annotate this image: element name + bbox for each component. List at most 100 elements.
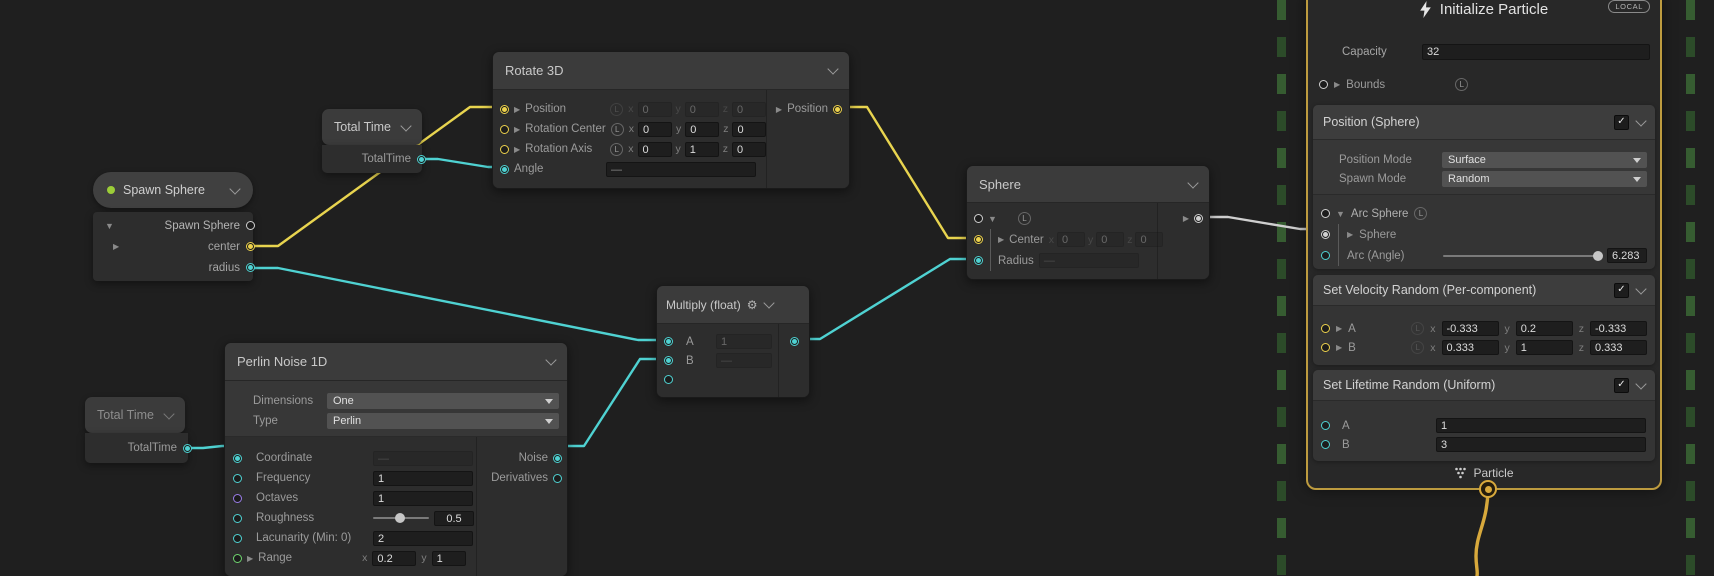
port-sphere-output[interactable]	[1194, 214, 1203, 223]
coordinate-field[interactable]: —	[373, 451, 473, 466]
roughness-slider[interactable]	[373, 517, 429, 519]
lacunarity-field[interactable]: 2	[373, 531, 473, 546]
chevron-down-icon[interactable]	[1635, 283, 1646, 294]
space-badge[interactable]: L	[610, 103, 623, 116]
position-mode-dropdown[interactable]: Surface	[1442, 152, 1647, 168]
z-field[interactable]: 0.333	[1590, 340, 1647, 355]
block-header[interactable]: Position (Sphere) ✓	[1313, 105, 1655, 140]
port-bounds-input[interactable]	[1319, 80, 1328, 89]
node-rotate-3d-header[interactable]: Rotate 3D	[493, 52, 849, 90]
chevron-down-icon[interactable]	[163, 408, 174, 419]
enabled-checkbox[interactable]: ✓	[1614, 115, 1629, 130]
dimensions-dropdown[interactable]: One	[327, 393, 559, 409]
port-velocity-a-input[interactable]	[1321, 324, 1330, 333]
spawn-mode-dropdown[interactable]: Random	[1442, 171, 1647, 187]
x-field[interactable]: 0	[638, 142, 672, 157]
port-arc-angle-input[interactable]	[1321, 251, 1330, 260]
port-range-input[interactable]	[233, 554, 242, 563]
port-a-input[interactable]	[664, 337, 673, 346]
edge-position-to-spherecenter[interactable]	[840, 107, 975, 238]
roughness-field[interactable]: 0.5	[434, 511, 474, 526]
node-total-time-top[interactable]: Total Time TotalTime	[322, 109, 422, 173]
port-velocity-b-input[interactable]	[1321, 343, 1330, 352]
y-field[interactable]: 1	[685, 142, 719, 157]
space-badge[interactable]: L	[611, 123, 624, 136]
node-spawn-sphere[interactable]: Spawn Sphere ▼ Spawn Sphere ▶ center rad…	[93, 172, 253, 281]
chevron-down-icon[interactable]	[827, 63, 838, 74]
space-badge[interactable]: L	[1018, 212, 1031, 225]
node-perlin-noise-1d[interactable]: Perlin Noise 1D Dimensions One Type Perl…	[224, 342, 568, 576]
x-field[interactable]: -0.333	[1442, 321, 1499, 336]
chevron-down-icon[interactable]	[1635, 378, 1646, 389]
port-rotation-axis-input[interactable]	[500, 145, 509, 154]
lifetime-a-field[interactable]: 1	[1436, 418, 1646, 433]
node-multiply-header[interactable]: Multiply (float) ⚙	[657, 286, 809, 324]
port-radius-output[interactable]	[246, 263, 255, 272]
port-sphere-center-input[interactable]	[974, 235, 983, 244]
range-y-field[interactable]: 1	[432, 551, 466, 566]
port-sphere-radius-input[interactable]	[974, 256, 983, 265]
expand-arrow-icon[interactable]: ▶	[514, 125, 520, 134]
node-multiply-float[interactable]: Multiply (float) ⚙ A 1 B —	[656, 285, 810, 398]
port-init-sphere-input[interactable]	[1321, 230, 1330, 239]
angle-field[interactable]: —	[606, 162, 756, 177]
space-badge[interactable]: L	[1455, 78, 1468, 91]
z-field[interactable]: 0	[732, 102, 766, 117]
block-header[interactable]: Set Lifetime Random (Uniform) ✓	[1313, 370, 1655, 401]
port-lacunarity-input[interactable]	[233, 534, 242, 543]
z-field[interactable]: 0	[732, 142, 766, 157]
port-octaves-input[interactable]	[233, 494, 242, 503]
edge-particle-flow[interactable]	[1476, 491, 1488, 576]
port-totaltime-output[interactable]	[183, 444, 192, 453]
node-total-time-header[interactable]: Total Time	[85, 397, 185, 433]
port-derivatives-output[interactable]	[553, 474, 562, 483]
z-field[interactable]: 0	[732, 122, 766, 137]
range-x-field[interactable]: 0.2	[372, 551, 416, 566]
space-badge[interactable]: L	[1411, 341, 1424, 354]
port-spawn-sphere-output[interactable]	[246, 221, 255, 230]
port-roughness-input[interactable]	[233, 514, 242, 523]
port-coordinate-input[interactable]	[233, 454, 242, 463]
port-center-output[interactable]	[246, 242, 255, 251]
node-total-time-bottom[interactable]: Total Time TotalTime	[85, 397, 188, 463]
z-field[interactable]: -0.333	[1590, 321, 1647, 336]
expand-arrow-icon[interactable]: ▶	[1183, 214, 1189, 223]
x-field[interactable]: 0.333	[1442, 340, 1499, 355]
port-sphere-struct[interactable]	[974, 214, 983, 223]
expand-arrow-icon[interactable]: ▶	[776, 105, 782, 114]
node-total-time-header[interactable]: Total Time	[322, 109, 422, 145]
node-perlin-header[interactable]: Perlin Noise 1D	[225, 343, 567, 381]
node-spawn-sphere-header[interactable]: Spawn Sphere	[93, 172, 253, 208]
expand-arrow-icon[interactable]: ▶	[1336, 343, 1342, 352]
expand-arrow-icon[interactable]: ▶	[514, 145, 520, 154]
edge-noise-to-multiplyB[interactable]	[557, 359, 664, 446]
edge-totaltime-to-angle[interactable]	[420, 159, 503, 167]
chevron-down-icon[interactable]	[400, 120, 411, 131]
x-field[interactable]: 0	[638, 122, 672, 137]
slider-knob[interactable]	[395, 513, 405, 523]
port-add-input[interactable]	[664, 375, 673, 384]
octaves-field[interactable]: 1	[373, 491, 473, 506]
port-lifetime-a-input[interactable]	[1321, 421, 1330, 430]
chevron-down-icon[interactable]	[545, 354, 556, 365]
chevron-down-icon[interactable]	[229, 183, 240, 194]
edge-radius-to-multiplyA[interactable]	[251, 268, 664, 340]
port-frequency-input[interactable]	[233, 474, 242, 483]
block-header[interactable]: Set Velocity Random (Per-component) ✓	[1313, 275, 1655, 306]
block-set-velocity-random[interactable]: Set Velocity Random (Per-component) ✓ ▶ …	[1313, 275, 1655, 365]
chevron-down-icon[interactable]	[764, 297, 775, 308]
local-space-badge[interactable]: LOCAL	[1608, 0, 1650, 13]
port-lifetime-b-input[interactable]	[1321, 440, 1330, 449]
x-field[interactable]: 0	[638, 102, 672, 117]
y-field[interactable]: 0	[685, 122, 719, 137]
port-position-output[interactable]	[833, 105, 842, 114]
expand-arrow-icon[interactable]: ▶	[1347, 230, 1353, 239]
foldout-arrow-icon[interactable]: ▼	[988, 214, 997, 224]
enabled-checkbox[interactable]: ✓	[1614, 283, 1629, 298]
port-noise-output[interactable]	[553, 454, 562, 463]
port-totaltime-output[interactable]	[417, 155, 426, 164]
expand-arrow-icon[interactable]: ▶	[998, 235, 1004, 244]
block-set-lifetime-random[interactable]: Set Lifetime Random (Uniform) ✓ A 1 B 3	[1313, 370, 1655, 461]
foldout-arrow-icon[interactable]: ▼	[1336, 209, 1345, 219]
z-field[interactable]: 0	[1135, 232, 1163, 247]
